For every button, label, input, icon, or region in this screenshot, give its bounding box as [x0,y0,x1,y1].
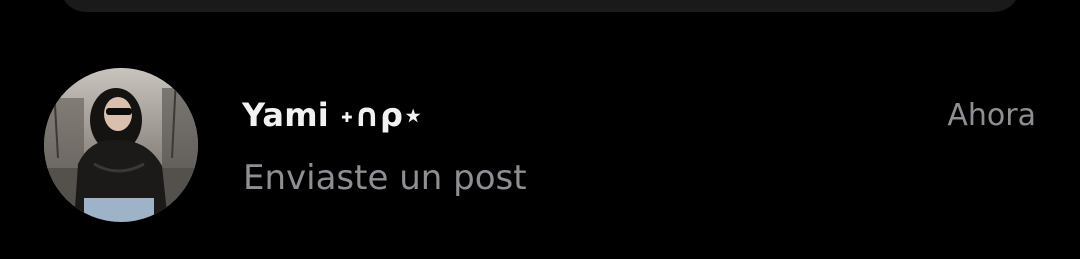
contact-name: Yami ˖∩ρ⋆ [242,96,424,134]
conversation-row[interactable]: Yami ˖∩ρ⋆ Enviaste un post Ahora [0,64,1080,226]
search-bar[interactable] [60,0,1020,12]
avatar[interactable] [44,68,198,222]
last-message-preview: Enviaste un post [243,158,527,198]
timestamp: Ahora [947,98,1036,133]
